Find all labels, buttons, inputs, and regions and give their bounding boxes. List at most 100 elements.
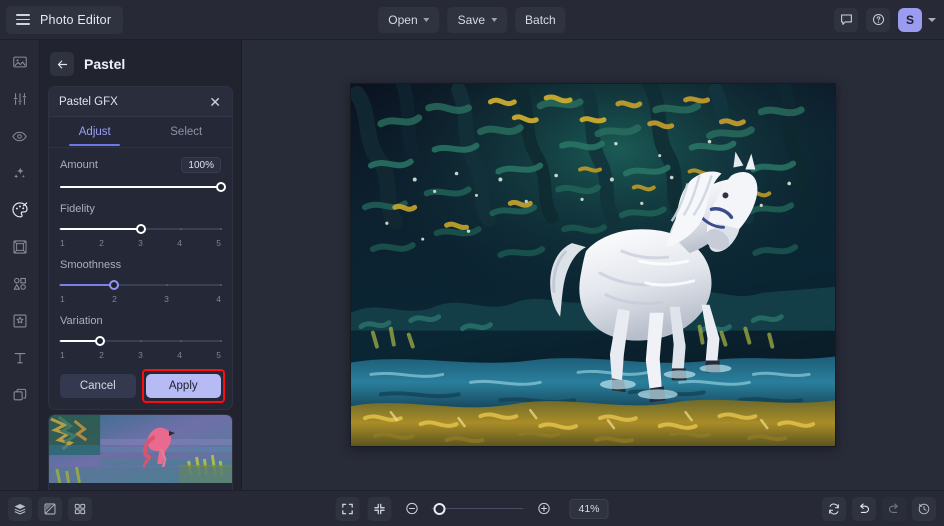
photo-editor-app: Photo Editor Open Save Batch S Pastel Pa… (0, 0, 944, 526)
eye-icon (12, 131, 27, 141)
card-header: Pastel GFX ✕ (49, 87, 232, 117)
grid-button[interactable] (68, 496, 92, 521)
feedback-button[interactable] (834, 7, 858, 32)
zoom-slider[interactable] (431, 502, 524, 515)
zoom-in-button[interactable] (531, 497, 555, 521)
top-center-tools: Open Save Batch (378, 6, 566, 33)
close-x-icon[interactable]: ✕ (208, 93, 222, 111)
scale-tick: 5 (216, 350, 221, 360)
bottom-left-tools (8, 496, 92, 521)
slider-handle[interactable] (216, 182, 226, 192)
variation-slider[interactable] (59, 336, 222, 346)
fidelity-scale: 1 2 3 4 5 (60, 238, 221, 248)
apply-button[interactable]: Apply (145, 374, 221, 398)
sidebar-item-image[interactable] (7, 50, 33, 74)
card-tabs: Adjust Select (49, 117, 232, 147)
sidebar-item-retouch[interactable] (7, 124, 33, 148)
top-right-controls: S (834, 7, 936, 32)
top-bar: Photo Editor Open Save Batch S (0, 0, 944, 40)
hamburger-menu-icon[interactable] (16, 14, 30, 25)
card-title: Pastel GFX (59, 95, 118, 108)
scale-tick: 3 (138, 238, 143, 248)
slider-handle[interactable] (135, 224, 146, 234)
tab-adjust[interactable]: Adjust (49, 117, 141, 146)
bottom-right-tools (822, 496, 936, 521)
sidebar-item-artistic[interactable] (7, 198, 33, 222)
collapse-corners-icon (374, 503, 385, 514)
scale-tick: 1 (60, 294, 65, 304)
redo-button[interactable] (882, 496, 906, 521)
panel-header: Pastel (40, 46, 241, 82)
sidebar-item-shapes[interactable] (7, 272, 33, 296)
sidebar-item-frames[interactable] (7, 235, 33, 259)
control-smoothness: Smoothness 1 2 3 4 (49, 250, 232, 306)
batch-label: Batch (525, 12, 556, 27)
sparkles-icon (14, 167, 25, 178)
canvas-stage[interactable] (242, 40, 944, 490)
scale-tick: 2 (99, 350, 104, 360)
chevron-down-icon (491, 17, 498, 22)
tool-rail (0, 40, 40, 490)
slider-handle[interactable] (95, 336, 106, 346)
batch-button[interactable]: Batch (515, 6, 566, 33)
question-circle-icon (872, 13, 884, 26)
cancel-button[interactable]: Cancel (60, 374, 136, 398)
scale-tick: 3 (164, 294, 169, 304)
back-button[interactable] (50, 52, 74, 76)
zoom-out-button[interactable] (399, 497, 423, 521)
account-chevron-down-icon[interactable] (928, 17, 936, 22)
plus-circle-icon (537, 502, 550, 515)
amount-slider[interactable] (60, 182, 226, 192)
scale-tick: 2 (99, 238, 104, 248)
scale-tick: 3 (138, 350, 143, 360)
compare-split-icon (44, 503, 56, 514)
history-button[interactable] (912, 496, 936, 521)
apply-button-wrapper: Apply (141, 369, 225, 403)
variation-scale: 1 2 3 4 5 (60, 350, 221, 360)
artboard-image[interactable] (350, 83, 836, 447)
effect-card: Pastel GFX ✕ Adjust Select Amount 100% F… (48, 86, 233, 410)
fit-to-screen-button[interactable] (335, 496, 360, 521)
sidebar-item-text[interactable] (7, 346, 33, 370)
user-avatar[interactable]: S (898, 7, 922, 32)
expand-corners-icon (342, 503, 353, 514)
slider-handle[interactable] (108, 280, 119, 290)
sidebar-item-adjust[interactable] (7, 87, 33, 111)
slider-fill (60, 284, 114, 286)
control-label: Smoothness (60, 259, 122, 271)
help-button[interactable] (866, 7, 890, 32)
amount-value: 100% (181, 157, 221, 173)
shapes-icon (13, 277, 26, 290)
text-t-icon (14, 353, 25, 364)
sidebar-item-stickers[interactable] (7, 309, 33, 333)
page-title: Pastel (84, 56, 126, 72)
scale-tick: 2 (112, 294, 117, 304)
sliders-icon (13, 93, 26, 105)
reset-button[interactable] (822, 496, 846, 521)
scale-tick: 5 (216, 238, 221, 248)
preset-caption: Pastel 1 Ai (49, 483, 232, 490)
chat-bubble-icon (840, 14, 852, 25)
compare-button[interactable] (38, 496, 62, 521)
sidebar-item-effects-ai[interactable] (7, 161, 33, 185)
tab-select[interactable]: Select (141, 117, 233, 146)
chevron-down-icon (423, 17, 430, 22)
scale-tick: 4 (177, 350, 182, 360)
fidelity-slider[interactable] (59, 224, 222, 234)
frame-icon (12, 240, 27, 254)
save-label: Save (457, 12, 486, 27)
layers-button[interactable] (8, 496, 32, 521)
zoom-slider-handle[interactable] (433, 502, 446, 515)
palette-icon (11, 202, 28, 218)
smoothness-slider[interactable] (59, 280, 222, 290)
sticker-burst-icon (13, 314, 26, 328)
scale-tick: 4 (177, 238, 182, 248)
list-item[interactable]: Pastel 1 Ai (48, 414, 233, 490)
undo-button[interactable] (852, 496, 876, 521)
save-button[interactable]: Save (447, 6, 508, 33)
app-menu-button[interactable]: Photo Editor (6, 5, 124, 34)
zoom-level-value[interactable]: 41% (569, 498, 609, 519)
open-button[interactable]: Open (378, 6, 440, 33)
actual-size-button[interactable] (367, 496, 392, 521)
sidebar-item-layers[interactable] (7, 383, 33, 407)
